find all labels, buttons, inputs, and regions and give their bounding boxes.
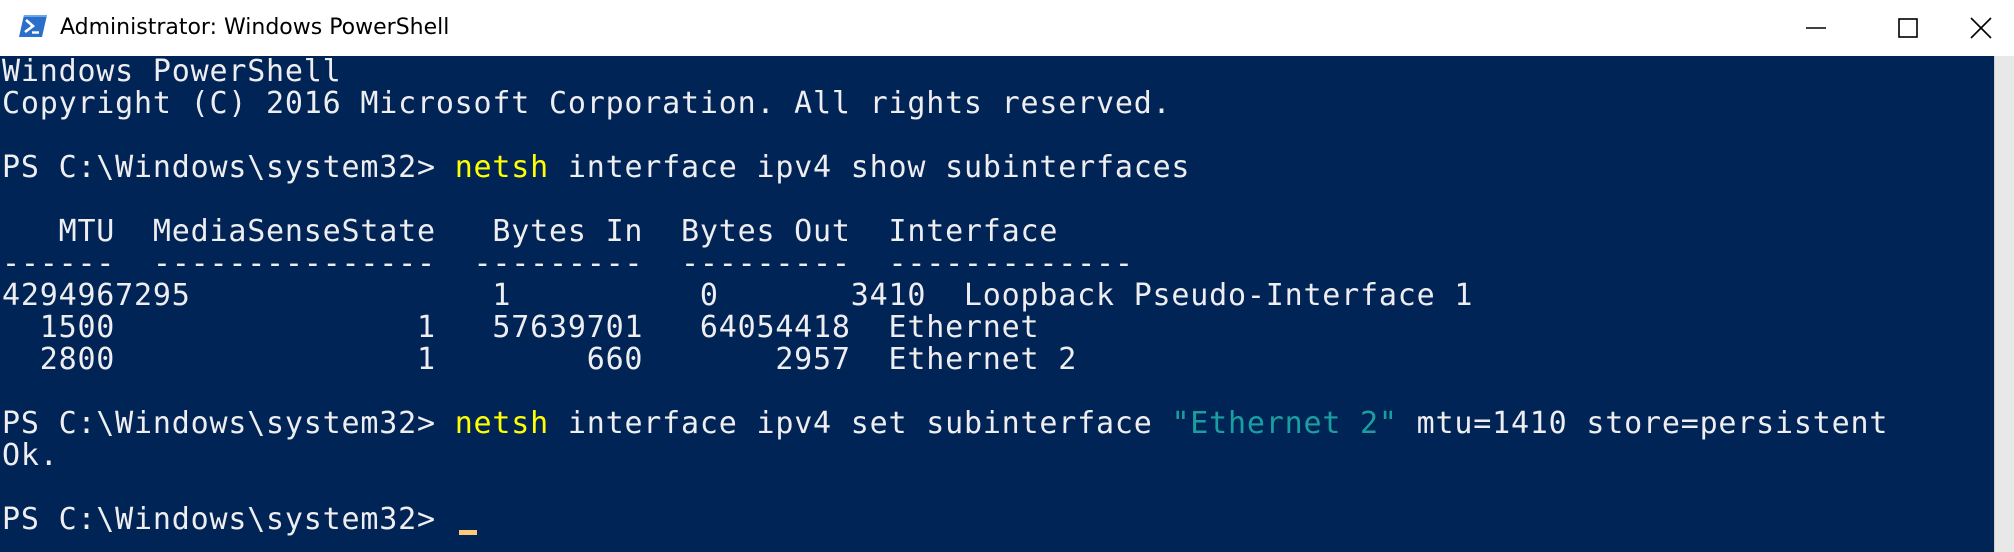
minimize-button[interactable] — [1770, 0, 1862, 56]
prompt: PS C:\Windows\system32> — [2, 150, 455, 185]
title-bar[interactable]: Administrator: Windows PowerShell — [0, 0, 2014, 56]
command-args: interface ipv4 set subinterface — [549, 406, 1172, 441]
console-area[interactable]: Windows PowerShell Copyright (C) 2016 Mi… — [0, 56, 1994, 552]
powershell-window: Administrator: Windows PowerShell Window… — [0, 0, 2014, 552]
command-line-1: PS C:\Windows\system32> netsh interface … — [2, 152, 1190, 184]
table-divider: ------ --------------- --------- -------… — [2, 246, 1134, 281]
text-cursor — [458, 530, 477, 535]
prompt: PS C:\Windows\system32> — [2, 406, 455, 441]
banner-line-2: Copyright (C) 2016 Microsoft Corporation… — [2, 86, 1172, 121]
table-header: MTU MediaSenseState Bytes In Bytes Out I… — [2, 214, 1059, 249]
close-icon — [1970, 17, 1992, 39]
command-args: interface ipv4 show subinterfaces — [549, 150, 1191, 185]
string-argument: "Ethernet 2" — [1171, 406, 1398, 441]
minimize-icon — [1806, 27, 1826, 29]
table-row: 4294967295 1 0 3410 Loopback Pseudo-Inte… — [2, 278, 1474, 313]
command-line-2: PS C:\Windows\system32> netsh interface … — [2, 408, 1888, 440]
banner-line-1: Windows PowerShell — [2, 56, 342, 89]
table-row: 1500 1 57639701 64054418 Ethernet — [2, 310, 1040, 345]
maximize-button[interactable] — [1862, 0, 1954, 56]
command-result: Ok. — [2, 438, 59, 473]
command-keyword: netsh — [454, 406, 549, 441]
command-args: mtu=1410 store=persistent — [1397, 406, 1889, 441]
prompt: PS C:\Windows\system32> — [2, 502, 455, 537]
window-title: Administrator: Windows PowerShell — [60, 15, 450, 40]
close-button[interactable] — [1948, 0, 2014, 56]
powershell-icon[interactable] — [18, 14, 48, 38]
maximize-icon — [1898, 18, 1918, 38]
active-prompt-line[interactable]: PS C:\Windows\system32> — [2, 504, 477, 536]
command-keyword: netsh — [454, 150, 549, 185]
vertical-scrollbar[interactable] — [1994, 56, 2014, 552]
table-row: 2800 1 660 2957 Ethernet 2 — [2, 342, 1078, 377]
